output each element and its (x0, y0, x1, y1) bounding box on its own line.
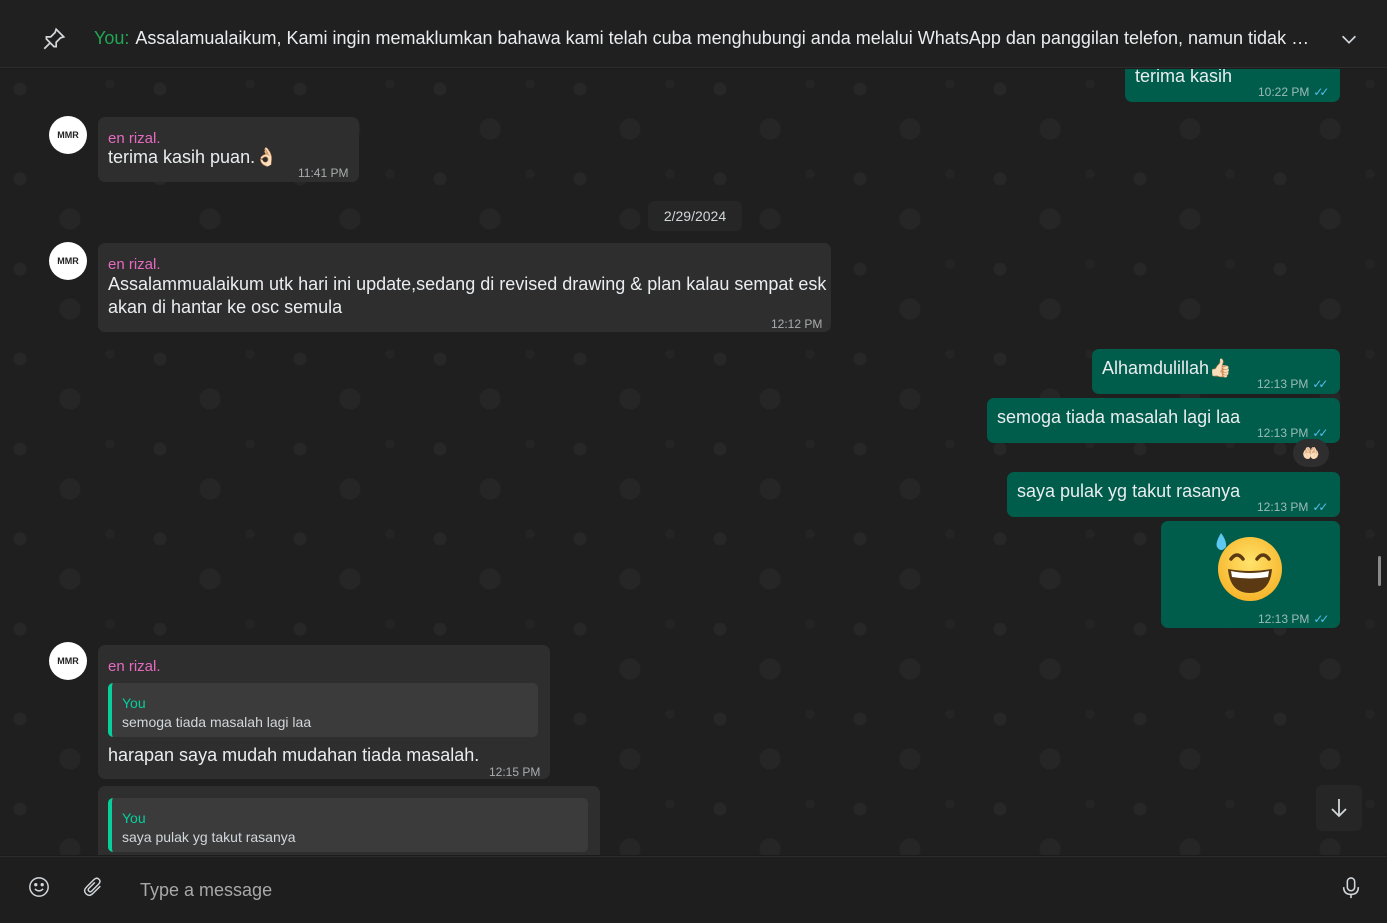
message-incoming[interactable]: en rizal. Assalammualaikum utk hari ini … (98, 243, 831, 332)
quoted-message[interactable]: You semoga tiada masalah lagi laa (108, 683, 538, 737)
double-check-icon: ✓✓ (1313, 612, 1329, 626)
message-time: 12:13 PM ✓✓ (1258, 608, 1330, 631)
message-text: terima kasih (1135, 69, 1233, 86)
message-text: terima kasih puan.👌🏻 (108, 147, 278, 167)
scrollbar-thumb[interactable] (1378, 556, 1381, 586)
double-check-icon: ✓✓ (1312, 377, 1328, 391)
message-time: 12:13 PM ✓✓ (1257, 496, 1329, 519)
message-text-line-2: akan di hantar ke osc semula (108, 297, 343, 317)
avatar[interactable]: MMR (49, 242, 87, 280)
message-time-value: 10:22 PM (1258, 85, 1310, 99)
avatar[interactable]: MMR (49, 116, 87, 154)
double-check-icon: ✓✓ (1313, 85, 1329, 99)
message-text: semoga tiada masalah lagi laa (997, 407, 1241, 427)
message-time-value: 12:13 PM (1257, 426, 1309, 440)
message-text: Alhamdulillah👍🏻 (1102, 358, 1232, 378)
message-time: 11:41 PM (298, 166, 349, 180)
microphone-icon[interactable] (1340, 876, 1362, 900)
paperclip-icon[interactable] (82, 876, 104, 898)
sender-name: en rizal. (108, 658, 161, 675)
message-time-value: 12:13 PM (1258, 612, 1310, 626)
message-input[interactable] (138, 875, 1292, 905)
message-composer (0, 856, 1387, 923)
quoted-text: saya pulak yg takut rasanya (122, 829, 296, 845)
emoji-icon[interactable] (28, 876, 50, 898)
message-time: 12:13 PM ✓✓ (1257, 373, 1329, 396)
message-time-value: 12:13 PM (1257, 500, 1309, 514)
message-incoming[interactable]: en rizal. You semoga tiada masalah lagi … (98, 645, 550, 779)
quoted-text: semoga tiada masalah lagi laa (122, 714, 312, 730)
date-divider: 2/29/2024 (648, 201, 742, 231)
message-text-line-1: Assalammualaikum utk hari ini update,sed… (108, 274, 827, 294)
arrow-down-icon (1331, 799, 1347, 818)
chat-area[interactable]: terima kasih 10:22 PM ✓✓ MMR en rizal. te… (0, 69, 1387, 855)
pinned-you-label: You: (94, 28, 130, 48)
avatar[interactable]: MMR (49, 642, 87, 680)
pinned-message-content: Assalamualaikum, Kami ingin memaklumkan … (135, 28, 1324, 48)
scroll-to-bottom-button[interactable] (1316, 785, 1362, 831)
message-outgoing[interactable]: Alhamdulillah👍🏻 12:13 PM ✓✓ (1092, 349, 1340, 394)
pinned-message-text: You: Assalamualaikum, Kami ingin memaklum… (94, 28, 1324, 49)
message-time: 12:15 PM (489, 765, 541, 779)
avatar-text: MMR (57, 130, 79, 140)
grinning-sweat-emoji-icon (1216, 533, 1282, 601)
pinned-message-bar[interactable]: You: Assalamualaikum, Kami ingin memaklum… (0, 0, 1387, 68)
message-text: saya pulak yg takut rasanya (1017, 481, 1241, 501)
double-check-icon: ✓✓ (1312, 500, 1328, 514)
message-outgoing-emoji[interactable]: 12:13 PM ✓✓ (1161, 521, 1340, 628)
message-reaction[interactable]: 🤲🏻 (1293, 439, 1329, 467)
avatar-text: MMR (57, 656, 79, 666)
message-text: harapan saya mudah mudahan tiada masalah… (108, 745, 480, 765)
message-outgoing[interactable]: semoga tiada masalah lagi laa 12:13 PM ✓✓ (987, 398, 1340, 443)
message-time-value: 12:13 PM (1257, 377, 1309, 391)
message-outgoing[interactable]: terima kasih 10:22 PM ✓✓ (1125, 69, 1340, 102)
pin-icon (43, 27, 66, 50)
message-incoming[interactable]: You saya pulak yg takut rasanya (98, 786, 600, 855)
avatar-text: MMR (57, 256, 79, 266)
message-time: 12:12 PM (771, 317, 823, 331)
message-outgoing[interactable]: saya pulak yg takut rasanya 12:13 PM ✓✓ (1007, 472, 1340, 517)
message-incoming[interactable]: en rizal. terima kasih puan.👌🏻 11:41 PM (98, 117, 359, 182)
chevron-down-icon[interactable] (1338, 28, 1360, 50)
quoted-message[interactable]: You saya pulak yg takut rasanya (108, 798, 588, 852)
message-time: 10:22 PM ✓✓ (1258, 81, 1330, 104)
